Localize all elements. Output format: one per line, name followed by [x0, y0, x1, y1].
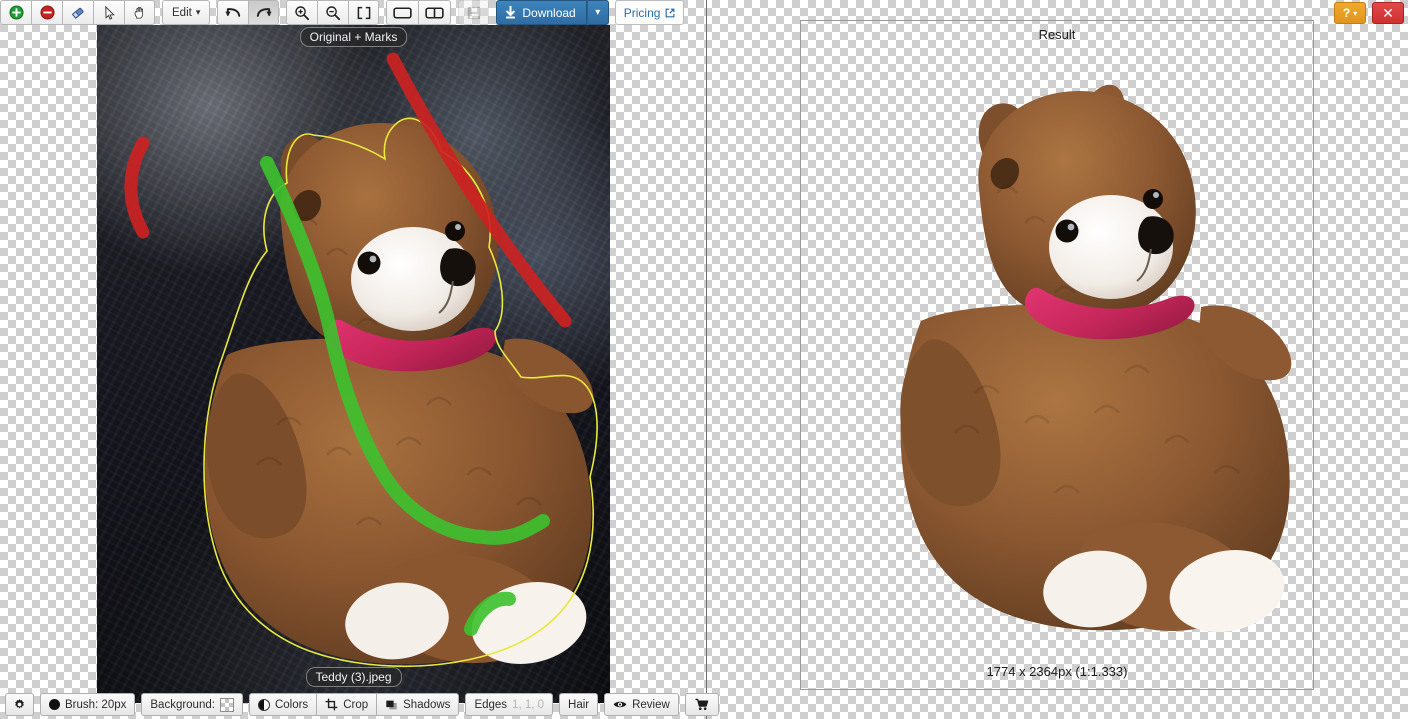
plus-circle-green-icon [8, 5, 24, 20]
download-arrow-icon [505, 6, 516, 19]
bottom-toolbar: Brush: 20px Background: Colors Crop Shad… [5, 693, 725, 716]
view-group [386, 0, 452, 25]
review-button[interactable]: Review [604, 693, 679, 716]
background-label: Background: [150, 698, 215, 711]
save-group [458, 0, 490, 25]
fit-brackets-icon [356, 6, 372, 20]
background-group: Background: [141, 693, 243, 716]
shopping-cart-icon [695, 698, 709, 711]
shadows-button[interactable]: Shadows [376, 693, 460, 716]
edges-group: Edges 1, 1, 0 [465, 693, 554, 716]
shadows-label: Shadows [403, 698, 451, 711]
colors-button[interactable]: Colors [248, 693, 317, 716]
download-options-caret[interactable]: ▾ [586, 0, 609, 25]
pricing-link[interactable]: Pricing [614, 0, 685, 25]
close-button[interactable]: ✕ [1372, 2, 1404, 24]
brush-size-button[interactable]: Brush: 20px [40, 693, 136, 716]
brush-dot-icon [49, 699, 60, 710]
cart-button[interactable] [684, 693, 719, 716]
chevron-down-icon: ▾ [195, 7, 201, 17]
gear-icon [13, 698, 26, 711]
crop-label: Crop [343, 698, 369, 711]
eye-icon [613, 699, 627, 710]
cart-group [684, 693, 719, 716]
crop-icon [325, 698, 338, 711]
review-label: Review [632, 698, 670, 711]
shadows-icon [385, 699, 398, 711]
zoom-out-button[interactable] [317, 0, 349, 25]
window-controls: ? ▾ ✕ [1334, 2, 1404, 24]
settings-group [5, 693, 34, 716]
brush-group: Brush: 20px [40, 693, 136, 716]
crop-button[interactable]: Crop [316, 693, 377, 716]
pane-divider [706, 0, 707, 719]
transparent-swatch-icon[interactable] [219, 697, 234, 712]
edges-label: Edges [474, 698, 508, 711]
result-teddy-body [900, 304, 1292, 632]
original-image-pane[interactable]: Original + Marks Teddy (3).jpeg [97, 25, 610, 703]
edit-menu-button[interactable]: Edit ▾ [162, 0, 211, 25]
single-pane-icon [393, 6, 413, 20]
help-button[interactable]: ? ▾ [1334, 2, 1366, 24]
magnifier-plus-icon [294, 5, 310, 21]
contrast-icon [257, 698, 270, 711]
hair-button[interactable]: Hair [559, 693, 599, 716]
chevron-down-icon: ▾ [1353, 8, 1358, 18]
file-name-label: Teddy (3).jpeg [305, 667, 402, 687]
download-button[interactable]: Download [496, 0, 587, 25]
eraser-tool[interactable] [62, 0, 93, 25]
mark-tools-group [0, 0, 155, 25]
fit-screen-button[interactable] [348, 0, 380, 25]
pan-tool[interactable] [124, 0, 155, 25]
remove-mark-tool[interactable] [31, 0, 62, 25]
split-view-button[interactable] [418, 0, 452, 25]
result-dimensions-label: 1774 x 2364px (1:1.333) [986, 664, 1128, 679]
magnifier-minus-icon [325, 5, 341, 21]
cursor-arrow-icon [102, 5, 117, 20]
download-group: Download ▾ Pricing [496, 0, 685, 25]
undo-button[interactable] [217, 0, 249, 25]
top-toolbar: Edit ▾ Download ▾ Pricing [0, 0, 685, 25]
result-image-pane[interactable]: Result [800, 20, 1314, 690]
zoom-group [286, 0, 380, 25]
history-group [217, 0, 280, 25]
edit-menu-label: Edit [172, 6, 192, 19]
help-label: ? [1342, 6, 1351, 20]
redo-arrow-icon [255, 6, 272, 20]
hand-icon [132, 5, 147, 20]
redo-button[interactable] [248, 0, 280, 25]
settings-button[interactable] [5, 693, 34, 716]
add-mark-tool[interactable] [0, 0, 31, 25]
result-teddy-head [978, 84, 1196, 322]
close-icon: ✕ [1382, 4, 1394, 21]
colors-label: Colors [274, 698, 309, 711]
chevron-down-icon: ▾ [595, 6, 601, 18]
brush-label: Brush: 20px [65, 698, 127, 711]
background-button[interactable]: Background: [141, 693, 243, 716]
eraser-icon [70, 5, 86, 21]
external-link-icon [665, 8, 675, 18]
download-label: Download [522, 5, 576, 20]
floppy-disk-icon [467, 6, 481, 20]
zoom-in-button[interactable] [286, 0, 318, 25]
review-group: Review [604, 693, 679, 716]
pointer-tool[interactable] [93, 0, 124, 25]
edit-menu-group: Edit ▾ [162, 0, 211, 25]
undo-arrow-icon [225, 6, 242, 20]
original-marks-label: Original + Marks [299, 27, 408, 47]
result-teddy-illustration [900, 84, 1292, 632]
hair-label: Hair [568, 698, 590, 711]
split-pane-icon [425, 6, 445, 20]
adjust-group: Colors Crop Shadows [248, 693, 460, 716]
edges-values: 1, 1, 0 [512, 698, 545, 711]
single-view-button[interactable] [386, 0, 419, 25]
teddy-head [280, 116, 498, 354]
edges-button[interactable]: Edges 1, 1, 0 [465, 693, 554, 716]
minus-circle-red-icon [39, 5, 55, 20]
original-teddy-illustration [124, 52, 598, 668]
hair-group: Hair [559, 693, 599, 716]
pricing-label: Pricing [623, 5, 661, 20]
save-button[interactable] [458, 0, 490, 25]
